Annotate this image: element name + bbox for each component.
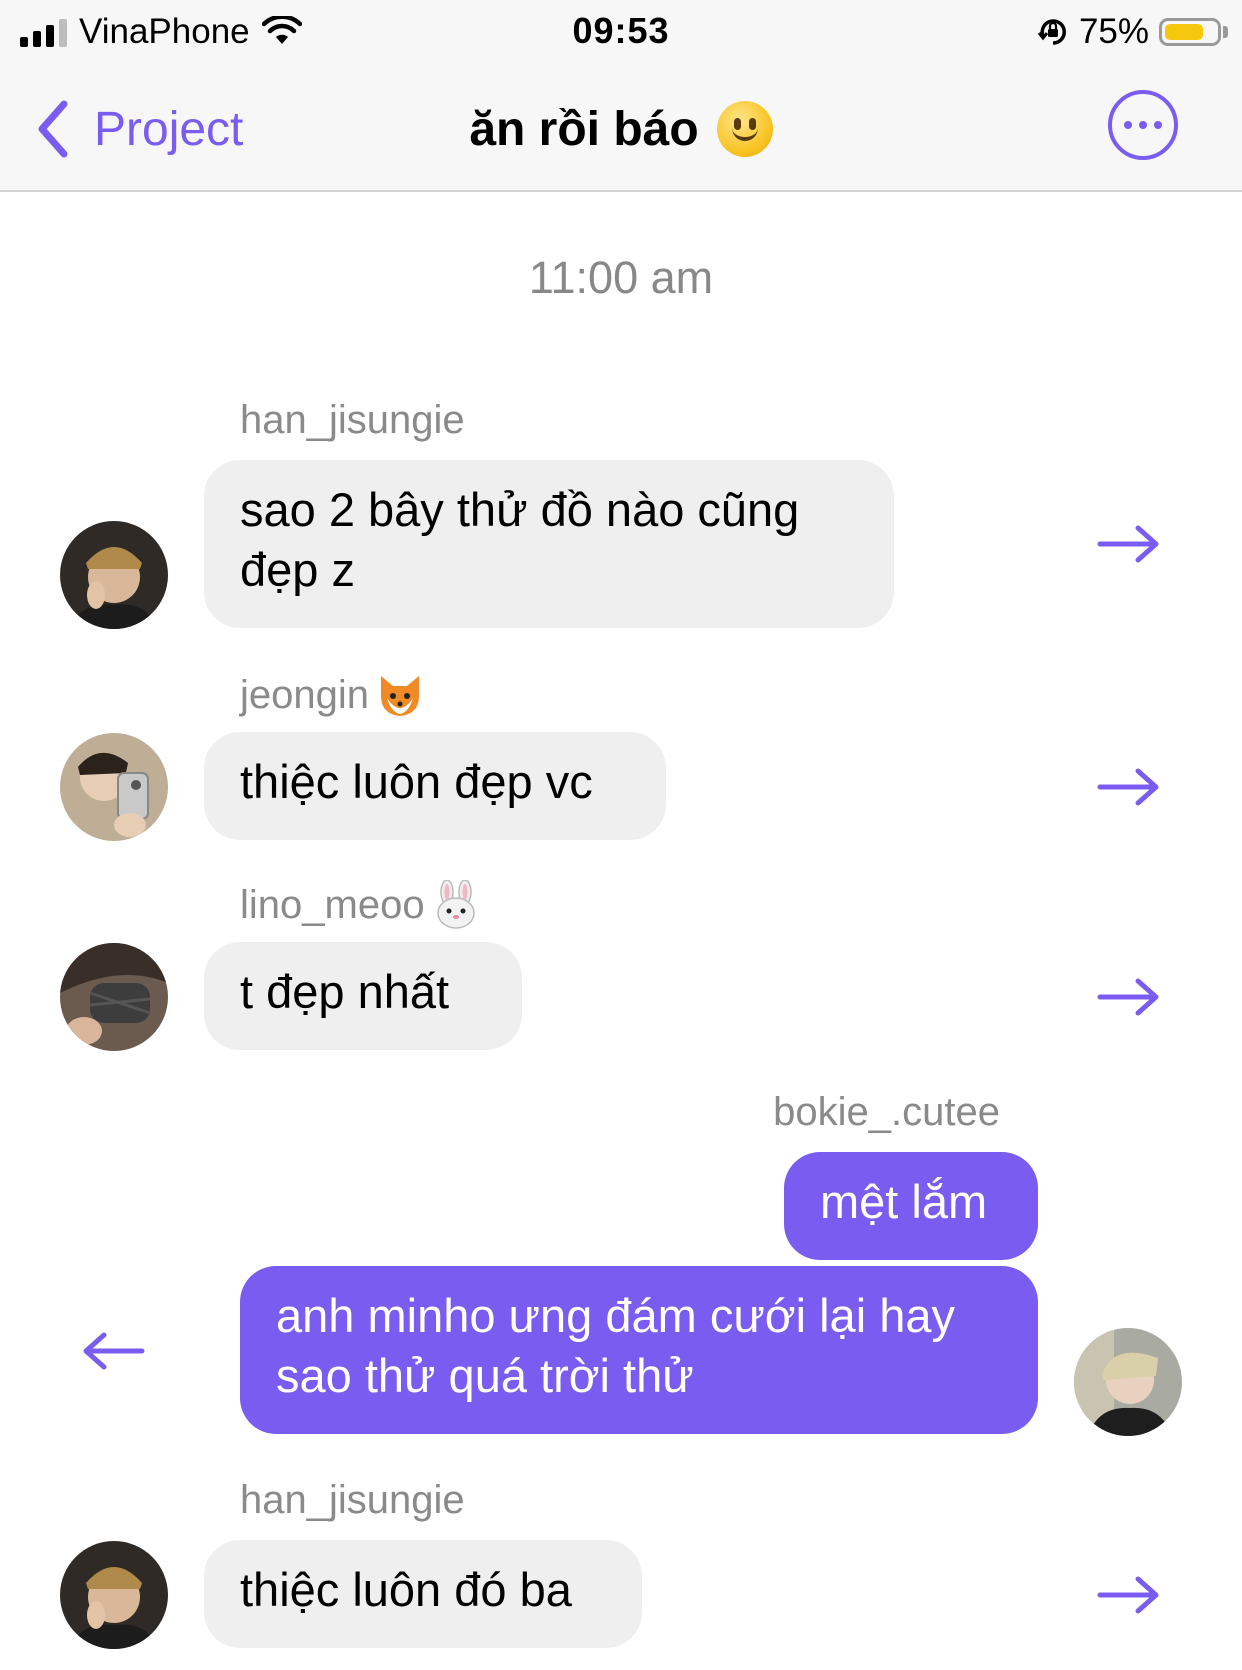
message-bubble[interactable]: mệt lắm	[784, 1152, 1038, 1260]
avatar[interactable]	[60, 1541, 168, 1649]
forward-arrow-icon[interactable]	[1096, 1574, 1162, 1616]
message-bubble[interactable]: thiệc luôn đẹp vc	[204, 732, 666, 840]
slightly-smiling-face-icon	[716, 101, 773, 157]
message-bubble[interactable]: thiệc luôn đó ba	[204, 1540, 642, 1648]
more-options-icon	[1124, 121, 1132, 129]
forward-arrow-icon[interactable]	[1096, 766, 1162, 808]
rabbit-icon	[436, 880, 475, 929]
chat-title: ăn rồi báo	[0, 94, 1242, 164]
back-arrow-icon[interactable]	[80, 1330, 146, 1372]
sender-name-text: jeongin	[240, 672, 370, 717]
battery-percent: 75%	[1078, 12, 1149, 51]
chat-title-text: ăn rồi báo	[469, 102, 699, 156]
forward-arrow-icon[interactable]	[1096, 523, 1162, 565]
status-right: 75%	[1037, 10, 1228, 54]
battery-cap	[1223, 26, 1228, 38]
nav-bar: Project ăn rồi báo	[0, 66, 1242, 192]
avatar[interactable]	[1074, 1328, 1182, 1436]
sender-name: lino_meoo	[240, 880, 481, 930]
more-options-button[interactable]	[1108, 90, 1178, 160]
sender-name: bokie_.cutee	[773, 1090, 1000, 1134]
message-bubble[interactable]: t đẹp nhất	[204, 942, 522, 1050]
message-bubble[interactable]: sao 2 bây thử đồ nào cũng đẹp z	[204, 460, 894, 628]
battery-icon	[1159, 18, 1221, 46]
avatar[interactable]	[60, 521, 168, 629]
message-bubble[interactable]: anh minho ưng đám cưới lại hay sao thử q…	[240, 1266, 1038, 1434]
fox-icon	[381, 676, 420, 716]
forward-arrow-icon[interactable]	[1096, 976, 1162, 1018]
sender-name-text: lino_meoo	[240, 882, 425, 927]
chat-timestamp: 11:00 am	[528, 252, 714, 303]
sender-name: han_jisungie	[240, 398, 465, 442]
avatar[interactable]	[60, 943, 168, 1051]
status-bar: VinaPhone 09:53 75%	[0, 0, 1242, 66]
orientation-lock-icon	[1037, 19, 1066, 45]
sender-name: han_jisungie	[240, 1478, 465, 1522]
sender-name: jeongin	[240, 670, 425, 720]
avatar[interactable]	[60, 733, 168, 841]
